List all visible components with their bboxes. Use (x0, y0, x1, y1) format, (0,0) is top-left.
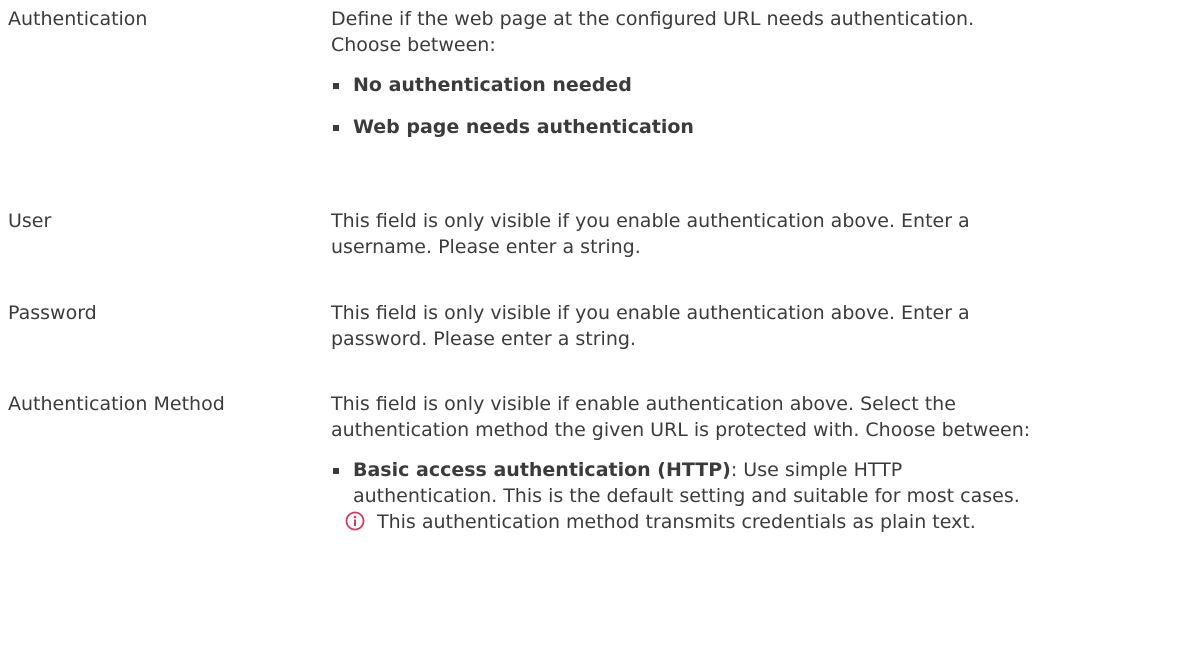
option-name: Basic access authentication (HTTP) (353, 459, 731, 481)
setting-description: Define if the web page at the configured… (331, 6, 1031, 140)
list-item: No authentication needed (331, 72, 1031, 98)
bullet-icon (333, 83, 339, 89)
description-text: Define if the web page at the configured… (331, 8, 975, 56)
list-item: Web page needs authentication (331, 114, 1031, 140)
bullet-icon (333, 125, 339, 131)
setting-description: This field is only visible if enable aut… (331, 391, 1031, 535)
setting-label: Authentication Method (8, 393, 225, 415)
setting-label: User (8, 210, 52, 232)
option-name: No authentication needed (353, 74, 632, 96)
options-list: No authentication needed Web page needs … (331, 72, 1031, 140)
list-item: Basic access authentication (HTTP): Use … (331, 457, 1031, 535)
note-text: This authentication method transmits cre… (377, 511, 976, 533)
info-circle-icon (345, 511, 365, 531)
setting-label: Authentication (8, 8, 148, 30)
option-name: Web page needs authentication (353, 116, 694, 138)
options-list: Basic access authentication (HTTP): Use … (331, 457, 1031, 535)
setting-description: This field is only visible if you enable… (331, 300, 1031, 352)
description-text: This field is only visible if you enable… (331, 302, 970, 350)
info-note: This authentication method transmits cre… (331, 509, 1031, 535)
bullet-icon (333, 468, 339, 474)
setting-description: This field is only visible if you enable… (331, 208, 1031, 260)
description-text: This field is only visible if enable aut… (331, 393, 1031, 441)
description-text: This field is only visible if you enable… (331, 210, 970, 258)
setting-label: Password (8, 302, 97, 324)
